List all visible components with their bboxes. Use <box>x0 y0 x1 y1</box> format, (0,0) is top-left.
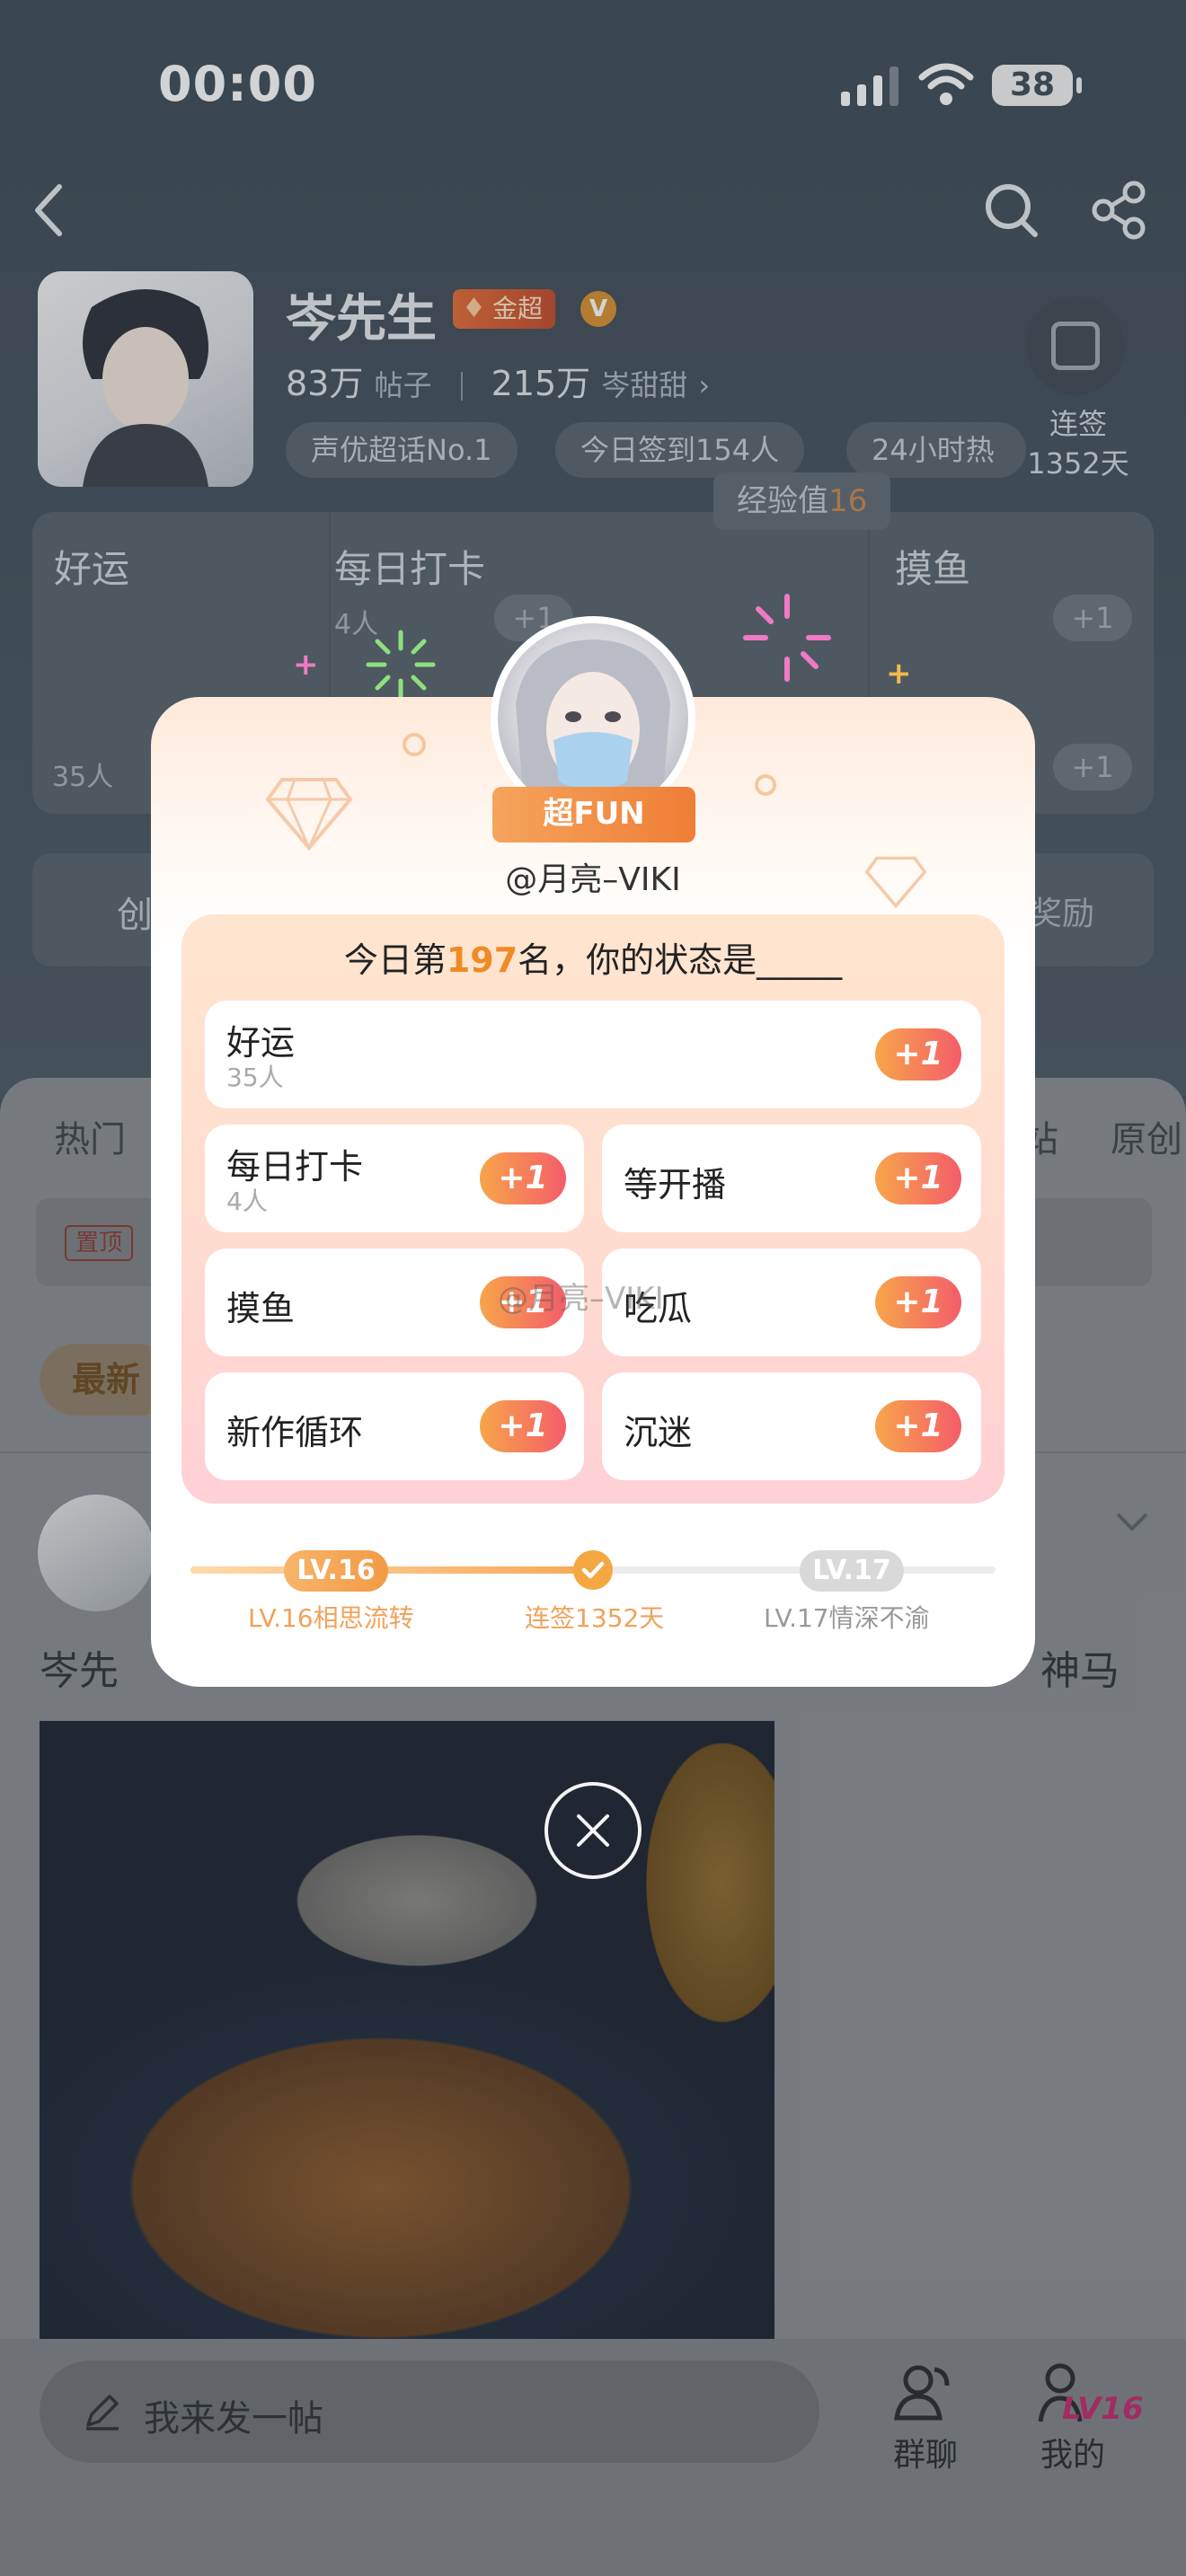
mood-option-daily-checkin[interactable]: 每日打卡 4人 +1 <box>205 1125 584 1232</box>
mood-option-obsessed[interactable]: 沉迷 +1 <box>602 1372 981 1480</box>
rank-prefix: 今日第 <box>343 940 447 980</box>
plus-sparkle-icon: + <box>293 647 319 683</box>
plus-one-button[interactable]: +1 <box>875 1276 961 1328</box>
plus-sparkle-icon: + <box>886 656 912 692</box>
close-icon <box>577 1814 609 1847</box>
mood-title: 沉迷 <box>624 1413 693 1452</box>
mood-option-good-luck[interactable]: 好运 35人 +1 <box>205 1001 981 1108</box>
mood-option-waiting-broadcast[interactable]: 等开播 +1 <box>602 1125 981 1232</box>
plus-one-button[interactable]: +1 <box>480 1152 566 1204</box>
level-progress-fill <box>190 1566 593 1574</box>
mood-title: 好运 <box>226 1023 296 1063</box>
current-level-badge: LV.16 <box>284 1550 388 1592</box>
username: @月亮–VIKI <box>505 861 681 898</box>
current-level-label: LV.16相思流转 <box>248 1603 414 1633</box>
checkmark-icon <box>573 1550 613 1590</box>
mood-title: 摸鱼 <box>226 1289 296 1328</box>
plus-one-button[interactable]: +1 <box>480 1400 566 1452</box>
rank-prompt: 今日第197名，你的状态是_____ <box>181 932 1005 982</box>
sparkle-icon <box>743 594 831 682</box>
mood-title: 新作循环 <box>226 1413 364 1452</box>
next-level-label: LV.17情深不渝 <box>764 1603 930 1633</box>
super-fan-badge: 超FUN <box>492 787 695 842</box>
rank-suffix: 名，你的状态是_____ <box>518 940 843 980</box>
circle-decoration <box>755 774 776 796</box>
mood-title: 每日打卡 <box>226 1147 364 1187</box>
sparkle-icon <box>366 630 436 700</box>
plus-one-button[interactable]: +1 <box>875 1028 961 1081</box>
circle-decoration <box>403 733 426 756</box>
plus-one-button[interactable]: +1 <box>875 1152 961 1204</box>
close-button[interactable] <box>544 1782 642 1879</box>
diamond-decoration-icon <box>265 778 353 851</box>
plus-one-button[interactable]: +1 <box>875 1400 961 1452</box>
mood-option-new-work-loop[interactable]: 新作循环 +1 <box>205 1372 584 1480</box>
rank-number: 197 <box>446 940 518 980</box>
mood-count: 4人 <box>226 1187 268 1216</box>
mood-count: 35人 <box>226 1063 284 1092</box>
mood-title: 等开播 <box>624 1165 727 1204</box>
watermark: @月亮–VIKI <box>498 1281 664 1317</box>
streak-label: 连签1352天 <box>525 1603 665 1633</box>
next-level-badge: LV.17 <box>800 1550 904 1592</box>
